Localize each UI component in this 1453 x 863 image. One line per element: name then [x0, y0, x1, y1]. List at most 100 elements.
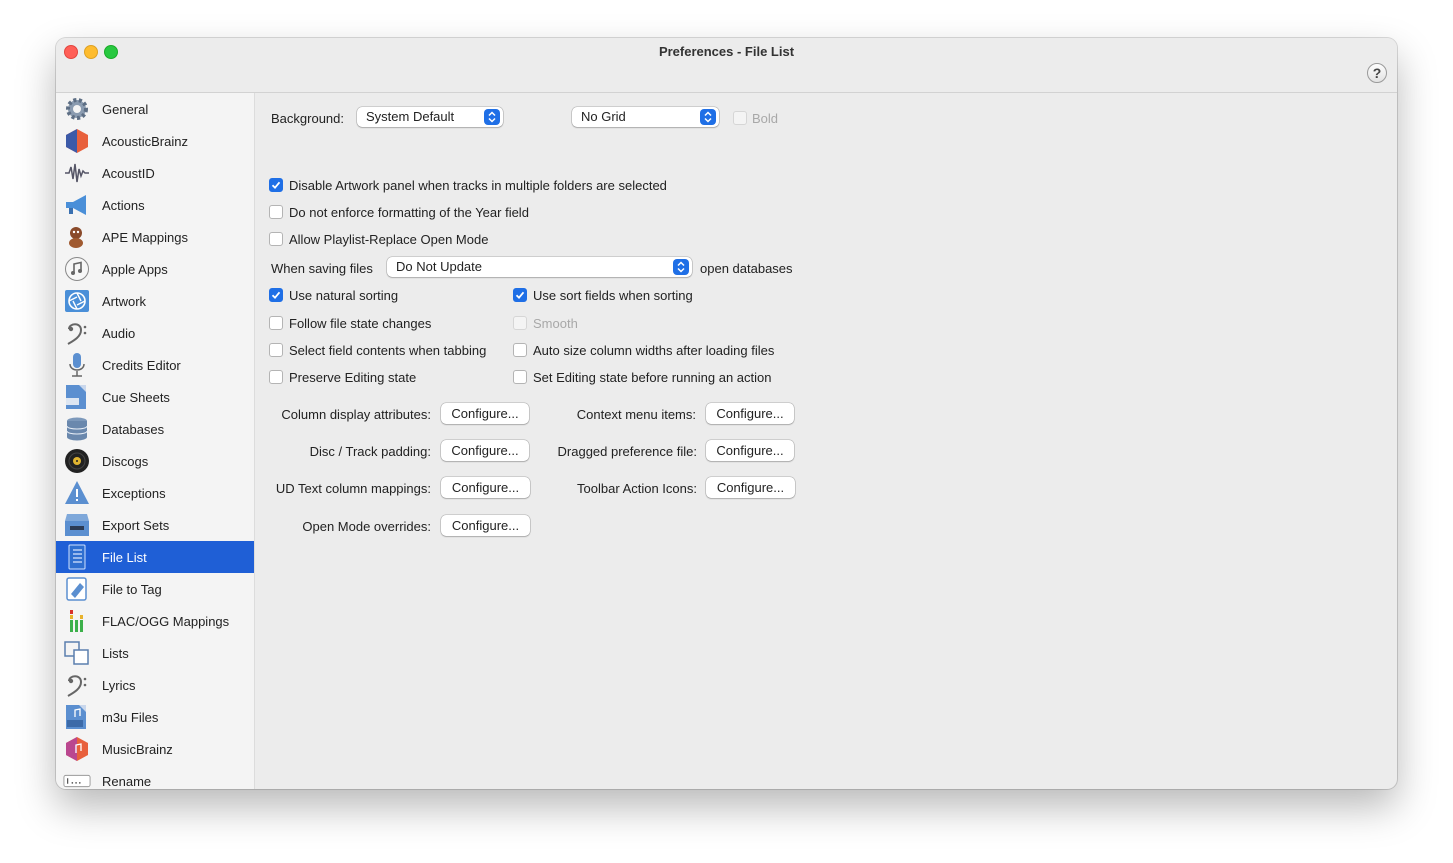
follow-file-state-checkbox[interactable]: [269, 316, 283, 330]
auto-size-columns-label: Auto size column widths after loading fi…: [533, 343, 775, 358]
allow-playlist-replace-checkbox[interactable]: [269, 232, 283, 246]
ud-text-column-label: UD Text column mappings:: [275, 481, 431, 496]
rename-icon: [63, 768, 91, 789]
context-menu-configure-button[interactable]: Configure...: [706, 403, 794, 424]
disable-artwork-label: Disable Artwork panel when tracks in mul…: [289, 178, 667, 193]
open-mode-overrides-label: Open Mode overrides:: [302, 519, 431, 534]
sidebar-item-label: Apple Apps: [102, 262, 168, 277]
file-list-icon: [63, 544, 91, 570]
column-display-configure-button[interactable]: Configure...: [441, 403, 529, 424]
saving-files-popup[interactable]: Do Not Update: [387, 257, 692, 277]
no-year-format-label: Do not enforce formatting of the Year fi…: [289, 205, 529, 220]
sidebar-item-file-to-tag[interactable]: File to Tag: [56, 573, 254, 605]
popup-arrows-icon: [673, 259, 689, 275]
sidebar-item-label: Exceptions: [102, 486, 166, 501]
help-icon: ?: [1372, 65, 1382, 81]
select-field-contents-checkbox[interactable]: [269, 343, 283, 357]
file-list-settings-panel: Background: System Default No Grid Bold …: [255, 93, 1397, 789]
saving-files-popup-value: Do Not Update: [396, 259, 482, 274]
sidebar-item-acoustid[interactable]: AcoustID: [56, 157, 254, 189]
sidebar-item-ape-mappings[interactable]: APE Mappings: [56, 221, 254, 253]
sidebar-item-label: m3u Files: [102, 710, 159, 725]
database-icon: [63, 416, 91, 442]
dragged-preference-configure-button[interactable]: Configure...: [706, 440, 794, 461]
sidebar-item-label: Actions: [102, 198, 145, 213]
sidebar-item-cue-sheets[interactable]: Cue Sheets: [56, 381, 254, 413]
sidebar-item-rename[interactable]: Rename: [56, 765, 254, 789]
sidebar-item-apple-apps[interactable]: Apple Apps: [56, 253, 254, 285]
preferences-sidebar: General AcousticBrainz AcoustID Actions …: [56, 93, 255, 789]
popup-arrows-icon: [484, 109, 500, 125]
allow-playlist-replace-label: Allow Playlist-Replace Open Mode: [289, 232, 489, 247]
export-box-icon: [63, 512, 91, 538]
sidebar-item-label: MusicBrainz: [102, 742, 173, 757]
sidebar-item-databases[interactable]: Databases: [56, 413, 254, 445]
set-editing-state-checkbox[interactable]: [513, 370, 527, 384]
sidebar-item-file-list[interactable]: File List: [56, 541, 254, 573]
disc-track-configure-button[interactable]: Configure...: [441, 440, 529, 461]
sidebar-item-audio[interactable]: Audio: [56, 317, 254, 349]
disable-artwork-checkbox[interactable]: [269, 178, 283, 192]
sort-fields-label: Use sort fields when sorting: [533, 288, 693, 303]
bass-clef-icon: [63, 672, 91, 698]
sidebar-item-artwork[interactable]: Artwork: [56, 285, 254, 317]
sidebar-item-discogs[interactable]: Discogs: [56, 445, 254, 477]
follow-file-state-label: Follow file state changes: [289, 316, 432, 331]
sidebar-item-label: Rename: [102, 774, 152, 789]
cue-sheet-icon: [63, 384, 91, 410]
ud-text-configure-button[interactable]: Configure...: [441, 477, 530, 498]
preserve-editing-label: Preserve Editing state: [289, 370, 417, 385]
microphone-icon: [63, 352, 91, 378]
grid-popup[interactable]: No Grid: [572, 107, 719, 127]
disc-track-padding-label: Disc / Track padding:: [309, 444, 431, 459]
musicbrainz-icon: [63, 736, 91, 762]
toolbar-icons-configure-button[interactable]: Configure...: [706, 477, 795, 498]
sidebar-item-m3u-files[interactable]: m3u Files: [56, 701, 254, 733]
preserve-editing-checkbox[interactable]: [269, 370, 283, 384]
select-field-contents-label: Select field contents when tabbing: [289, 343, 487, 358]
toolbar-action-icons-label: Toolbar Action Icons:: [577, 481, 697, 496]
sidebar-item-exceptions[interactable]: Exceptions: [56, 477, 254, 509]
auto-size-columns-checkbox[interactable]: [513, 343, 527, 357]
no-year-format-checkbox[interactable]: [269, 205, 283, 219]
sidebar-item-flac-ogg-mappings[interactable]: FLAC/OGG Mappings: [56, 605, 254, 637]
sidebar-item-label: Credits Editor: [102, 358, 181, 373]
sidebar-item-label: Artwork: [102, 294, 147, 309]
sidebar-item-label: File List: [102, 550, 147, 565]
sidebar-item-musicbrainz[interactable]: MusicBrainz: [56, 733, 254, 765]
background-popup[interactable]: System Default: [357, 107, 503, 127]
natural-sorting-label: Use natural sorting: [289, 288, 399, 303]
sidebar-item-label: Lists: [102, 646, 129, 661]
sidebar-item-general[interactable]: General: [56, 93, 254, 125]
popup-arrows-icon: [700, 109, 716, 125]
sort-fields-checkbox[interactable]: [513, 288, 527, 302]
sidebar-item-label: Discogs: [102, 454, 149, 469]
bold-checkbox[interactable]: [733, 111, 747, 125]
natural-sorting-checkbox[interactable]: [269, 288, 283, 302]
music-note-icon: [63, 256, 91, 282]
sidebar-item-label: Lyrics: [102, 678, 136, 693]
sidebar-item-label: Export Sets: [102, 518, 170, 533]
sidebar-item-acousticbrainz[interactable]: AcousticBrainz: [56, 125, 254, 157]
warning-icon: [63, 480, 91, 506]
sidebar-item-label: File to Tag: [102, 582, 162, 597]
sidebar-item-lists[interactable]: Lists: [56, 637, 254, 669]
megaphone-icon: [63, 192, 91, 218]
sidebar-item-actions[interactable]: Actions: [56, 189, 254, 221]
sidebar-item-label: General: [102, 102, 149, 117]
set-editing-state-label: Set Editing state before running an acti…: [533, 370, 772, 385]
help-button[interactable]: ?: [1367, 63, 1387, 83]
sidebar-item-label: AcousticBrainz: [102, 134, 188, 149]
level-meter-icon: [63, 608, 91, 634]
sidebar-item-export-sets[interactable]: Export Sets: [56, 509, 254, 541]
bold-label: Bold: [752, 111, 779, 126]
grid-popup-value: No Grid: [581, 109, 626, 124]
smooth-checkbox[interactable]: [513, 316, 527, 330]
saving-files-label: When saving files: [271, 261, 373, 276]
lists-icon: [63, 640, 91, 666]
open-mode-configure-button[interactable]: Configure...: [441, 515, 530, 536]
background-popup-value: System Default: [366, 109, 455, 124]
sidebar-item-credits-editor[interactable]: Credits Editor: [56, 349, 254, 381]
sidebar-item-lyrics[interactable]: Lyrics: [56, 669, 254, 701]
window-title: Preferences - File List: [658, 44, 795, 59]
